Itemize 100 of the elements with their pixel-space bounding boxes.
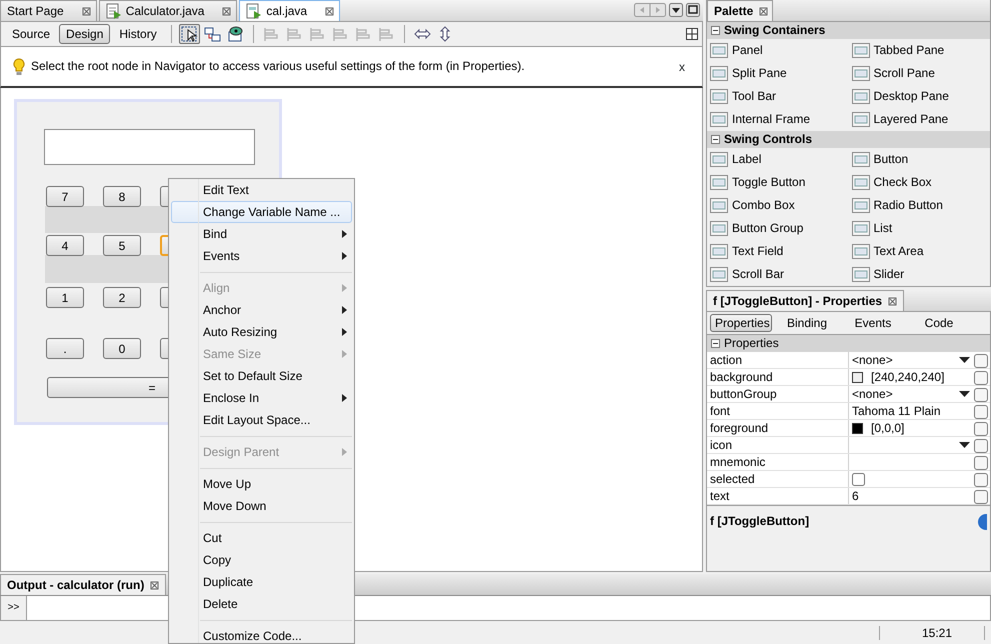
component-entry[interactable]: Scroll Bar: [707, 263, 848, 286]
property-value[interactable]: [240,240,240]: [871, 370, 944, 384]
section-header[interactable]: Swing Containers: [707, 22, 990, 39]
layout-grid-icon[interactable]: [686, 28, 698, 40]
property-value[interactable]: 6: [852, 488, 859, 504]
dropdown-icon[interactable]: [669, 3, 683, 17]
menu-item[interactable]: Events: [171, 245, 352, 267]
properties-tab[interactable]: Events: [842, 314, 904, 332]
window-tab[interactable]: f [JToggleButton] - Properties: [706, 290, 904, 311]
menu-item[interactable]: Move Down: [171, 495, 352, 517]
calculator-key[interactable]: 4: [46, 235, 84, 256]
property-value[interactable]: <none>: [852, 352, 893, 368]
calculator-key[interactable]: 2: [103, 287, 141, 308]
component-entry[interactable]: List: [848, 217, 990, 240]
rerun-button[interactable]: >>: [1, 596, 27, 620]
more-button[interactable]: [974, 422, 988, 436]
property-row[interactable]: selected: [707, 471, 990, 488]
menu-item[interactable]: Delete: [171, 593, 352, 615]
component-entry[interactable]: Check Box: [848, 171, 990, 194]
menu-item[interactable]: Anchor: [171, 299, 352, 321]
calculator-key[interactable]: 5: [103, 235, 141, 256]
property-row[interactable]: text 6: [707, 488, 990, 505]
property-row[interactable]: font Tahoma 11 Plain: [707, 403, 990, 420]
window-tab[interactable]: Output - calculator (run): [0, 574, 166, 595]
calculator-key[interactable]: .: [46, 338, 84, 359]
property-value[interactable]: [0,0,0]: [871, 420, 904, 436]
menu-item[interactable]: Customize Code...: [171, 625, 352, 644]
menu-item[interactable]: Cut: [171, 527, 352, 549]
window-tab[interactable]: Palette: [707, 0, 773, 21]
view-tab[interactable]: History: [112, 24, 164, 44]
component-entry[interactable]: Tool Bar: [707, 85, 848, 108]
dropdown-arrow-icon[interactable]: [959, 391, 970, 397]
close-icon[interactable]: [82, 6, 91, 16]
close-icon[interactable]: [888, 296, 898, 306]
properties-tab[interactable]: Code: [908, 314, 970, 332]
calculator-key[interactable]: 0: [103, 338, 141, 359]
menu-item[interactable]: Edit Layout Space...: [171, 409, 352, 431]
section-header[interactable]: Swing Controls: [707, 131, 990, 148]
component-entry[interactable]: Split Pane: [707, 62, 848, 85]
more-button[interactable]: [974, 404, 988, 418]
dropdown-arrow-icon[interactable]: [959, 357, 970, 363]
property-row[interactable]: buttonGroup <none>: [707, 386, 990, 403]
calculator-key[interactable]: 1: [46, 287, 84, 308]
component-entry[interactable]: Text Area: [848, 240, 990, 263]
property-value[interactable]: <none>: [852, 386, 893, 402]
more-button[interactable]: [974, 438, 988, 452]
menu-item[interactable]: Auto Resizing: [171, 321, 352, 343]
close-button[interactable]: x: [678, 56, 686, 76]
calculator-key[interactable]: 8: [103, 186, 141, 207]
more-button[interactable]: [974, 472, 988, 486]
component-entry[interactable]: Radio Button: [848, 194, 990, 217]
menu-item[interactable]: Copy: [171, 549, 352, 571]
properties-tab[interactable]: Properties: [710, 314, 772, 332]
view-tab[interactable]: Design: [59, 24, 110, 44]
close-icon[interactable]: [222, 6, 232, 16]
component-entry[interactable]: Desktop Pane: [848, 85, 990, 108]
menu-item[interactable]: Duplicate: [171, 571, 352, 593]
component-entry[interactable]: Toggle Button: [707, 171, 848, 194]
more-button[interactable]: [974, 354, 988, 368]
close-icon[interactable]: [325, 6, 334, 16]
more-button[interactable]: [974, 388, 988, 402]
properties-tab[interactable]: Binding: [776, 314, 838, 332]
editor-tab[interactable]: Calculator.java: [98, 0, 238, 21]
property-row[interactable]: foreground [0,0,0]: [707, 420, 990, 437]
component-entry[interactable]: Internal Frame: [707, 108, 848, 131]
component-entry[interactable]: Scroll Pane: [848, 62, 990, 85]
property-row[interactable]: mnemonic: [707, 454, 990, 471]
close-icon[interactable]: [150, 580, 160, 590]
component-entry[interactable]: Button Group: [707, 217, 848, 240]
property-row[interactable]: icon: [707, 437, 990, 454]
more-button[interactable]: [974, 456, 988, 470]
property-value[interactable]: Tahoma 11 Plain: [852, 404, 940, 418]
tool-button[interactable]: [178, 24, 200, 44]
more-button[interactable]: [974, 490, 988, 504]
component-entry[interactable]: Button: [848, 148, 990, 171]
menu-item[interactable]: Bind: [171, 223, 352, 245]
dropdown-arrow-icon[interactable]: [959, 442, 970, 448]
menu-item[interactable]: Change Variable Name ...: [171, 201, 352, 223]
view-tab[interactable]: Source: [5, 24, 58, 44]
component-entry[interactable]: Panel: [707, 39, 848, 62]
property-row[interactable]: background [240,240,240]: [707, 369, 990, 386]
component-entry[interactable]: Tabbed Pane: [848, 39, 990, 62]
section-header[interactable]: Properties: [707, 335, 990, 352]
component-entry[interactable]: Text Field: [707, 240, 848, 263]
close-icon[interactable]: [759, 6, 768, 16]
editor-tab[interactable]: Start Page: [0, 0, 97, 21]
menu-item[interactable]: Edit Text: [171, 179, 352, 201]
component-entry[interactable]: Slider: [848, 263, 990, 286]
text-field[interactable]: [44, 129, 255, 165]
component-entry[interactable]: Combo Box: [707, 194, 848, 217]
checkbox[interactable]: [852, 472, 865, 486]
calculator-key[interactable]: 7: [46, 186, 84, 207]
component-entry[interactable]: Label: [707, 148, 848, 171]
maximize-icon[interactable]: [686, 3, 700, 17]
help-icon[interactable]: [978, 514, 987, 530]
more-button[interactable]: [974, 370, 988, 384]
component-entry[interactable]: Layered Pane: [848, 108, 990, 131]
editor-tab[interactable]: cal.java: [239, 0, 340, 21]
property-row[interactable]: action <none>: [707, 352, 990, 369]
menu-item[interactable]: Move Up: [171, 473, 352, 495]
